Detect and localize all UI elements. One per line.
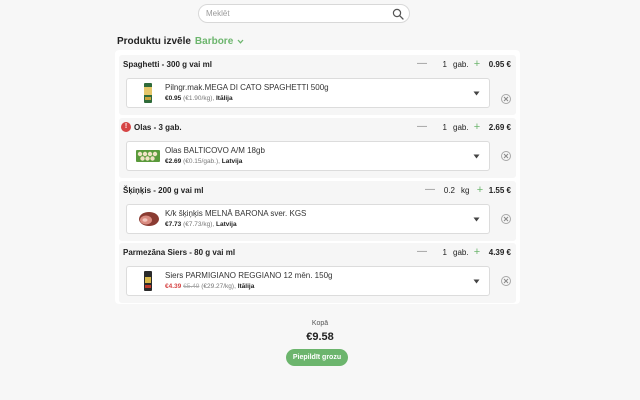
quantity-value: 0.2 — [443, 186, 455, 195]
quantity-value: 1 — [442, 60, 447, 69]
minus-icon[interactable]: — — [416, 246, 428, 258]
product-origin: Latvija — [215, 221, 237, 228]
product-name: Pilngr.mak.MEGA DI CATO SPAGHETTI 500g — [165, 83, 329, 92]
quantity-unit: gab. — [453, 123, 469, 132]
remove-group-button[interactable] — [501, 151, 511, 161]
product-sale-price: €4.39 — [165, 283, 182, 290]
product-meta: €4.39 €5.49 (€29.27/kg), Itālija — [165, 283, 254, 290]
close-icon — [503, 96, 509, 102]
group-name: Parmezāna Siers - 80 g vai ml — [123, 248, 236, 257]
close-icon — [503, 278, 509, 284]
cheese-package-image — [144, 271, 152, 291]
minus-icon[interactable]: — — [416, 121, 428, 133]
group-price: 0.95 € — [488, 60, 511, 69]
product-origin: Latvija — [221, 158, 243, 165]
quantity-value: 1 — [442, 123, 447, 132]
dropdown-arrow-icon[interactable] — [473, 279, 480, 284]
product-name: Olas BALTICOVO A/M 18gb — [165, 146, 265, 155]
group-name: Olas - 3 gab. — [134, 123, 182, 132]
product-unit-price: (€7.73/kg), — [183, 221, 215, 228]
product-name: K/k šķiņķis MELNĀ BARONA sver. KGS — [165, 209, 307, 218]
product-meta: €7.73 (€7.73/kg), Latvija — [165, 221, 237, 228]
group-name: Spaghetti - 300 g vai ml — [123, 60, 212, 69]
quantity-value: 1 — [442, 248, 447, 257]
plus-icon[interactable]: + — [471, 246, 483, 258]
group-price: 2.69 € — [488, 123, 511, 132]
dropdown-arrow-icon[interactable] — [473, 154, 480, 159]
search-input[interactable] — [206, 9, 386, 18]
eggs-carton-image — [136, 150, 160, 162]
search-icon[interactable] — [392, 8, 404, 20]
product-group-ham: Šķiņķis - 200 g vai ml — 0.2 kg + 1.55 €… — [119, 181, 516, 241]
plus-icon[interactable]: + — [471, 58, 483, 70]
product-select[interactable]: Siers PARMIGIANO REGGIANO 12 mēn. 150g €… — [126, 266, 490, 296]
product-select[interactable]: K/k šķiņķis MELNĀ BARONA sver. KGS €7.73… — [126, 204, 490, 234]
plus-icon[interactable]: + — [474, 184, 486, 196]
group-price: 4.39 € — [488, 248, 511, 257]
product-unit-price: (€1.90/kg), — [183, 95, 215, 102]
group-header: Spaghetti - 300 g vai ml — 1 gab. + 0.95… — [119, 55, 516, 73]
total-value: €9.58 — [306, 331, 334, 343]
total-label: Kopā — [311, 320, 329, 327]
remove-group-button[interactable] — [501, 94, 511, 104]
chevron-down-icon[interactable] — [236, 37, 245, 46]
spaghetti-package-image — [144, 83, 152, 103]
group-header: Parmezāna Siers - 80 g vai ml — 1 gab. +… — [119, 243, 516, 261]
product-unit-price: (€0.15/gab.), — [183, 158, 220, 165]
product-selection-panel: Spaghetti - 300 g vai ml — 1 gab. + 0.95… — [115, 50, 520, 304]
product-price: €2.69 — [165, 158, 182, 165]
remove-group-button[interactable] — [501, 276, 511, 286]
quantity-unit: gab. — [453, 60, 469, 69]
dropdown-arrow-icon[interactable] — [473, 91, 480, 96]
quantity-unit: gab. — [453, 248, 469, 257]
group-header: ! Olas - 3 gab. — 1 gab. + 2.69 € — [119, 118, 516, 136]
product-old-price: €5.49 — [183, 283, 200, 290]
group-header: Šķiņķis - 200 g vai ml — 0.2 kg + 1.55 € — [119, 181, 516, 199]
product-select[interactable]: Pilngr.mak.MEGA DI CATO SPAGHETTI 500g €… — [126, 78, 490, 108]
product-group-parmesan: Parmezāna Siers - 80 g vai ml — 1 gab. +… — [119, 243, 516, 303]
store-selector[interactable]: Barbore — [195, 36, 233, 47]
product-meta: €0.95 (€1.90/kg), Itālija — [165, 95, 233, 102]
close-icon — [503, 153, 509, 159]
group-price: 1.55 € — [488, 186, 511, 195]
ham-image — [139, 212, 159, 226]
product-group-eggs: ! Olas - 3 gab. — 1 gab. + 2.69 € Olas B… — [119, 118, 516, 178]
page-heading: Produktu izvēle Barbore — [117, 36, 245, 47]
close-icon — [503, 216, 509, 222]
fill-cart-button[interactable]: Piepildīt grozu — [286, 349, 348, 366]
alert-icon: ! — [121, 122, 131, 132]
product-select[interactable]: Olas BALTICOVO A/M 18gb €2.69 (€0.15/gab… — [126, 141, 490, 171]
page-title: Produktu izvēle — [117, 36, 191, 47]
group-name: Šķiņķis - 200 g vai ml — [123, 186, 204, 195]
minus-icon[interactable]: — — [416, 58, 428, 70]
search-bar[interactable] — [198, 4, 410, 23]
product-name: Siers PARMIGIANO REGGIANO 12 mēn. 150g — [165, 271, 333, 280]
plus-icon[interactable]: + — [471, 121, 483, 133]
product-meta: €2.69 (€0.15/gab.), Latvija — [165, 158, 242, 165]
dropdown-arrow-icon[interactable] — [473, 217, 480, 222]
product-origin: Itālija — [237, 283, 255, 290]
product-price: €0.95 — [165, 95, 182, 102]
product-price: €7.73 — [165, 221, 182, 228]
minus-icon[interactable]: — — [424, 184, 436, 196]
product-unit-price: (€29.27/kg), — [201, 283, 236, 290]
quantity-unit: kg — [461, 186, 470, 195]
product-origin: Itālija — [215, 95, 233, 102]
remove-group-button[interactable] — [501, 214, 511, 224]
product-group-spaghetti: Spaghetti - 300 g vai ml — 1 gab. + 0.95… — [119, 55, 516, 115]
